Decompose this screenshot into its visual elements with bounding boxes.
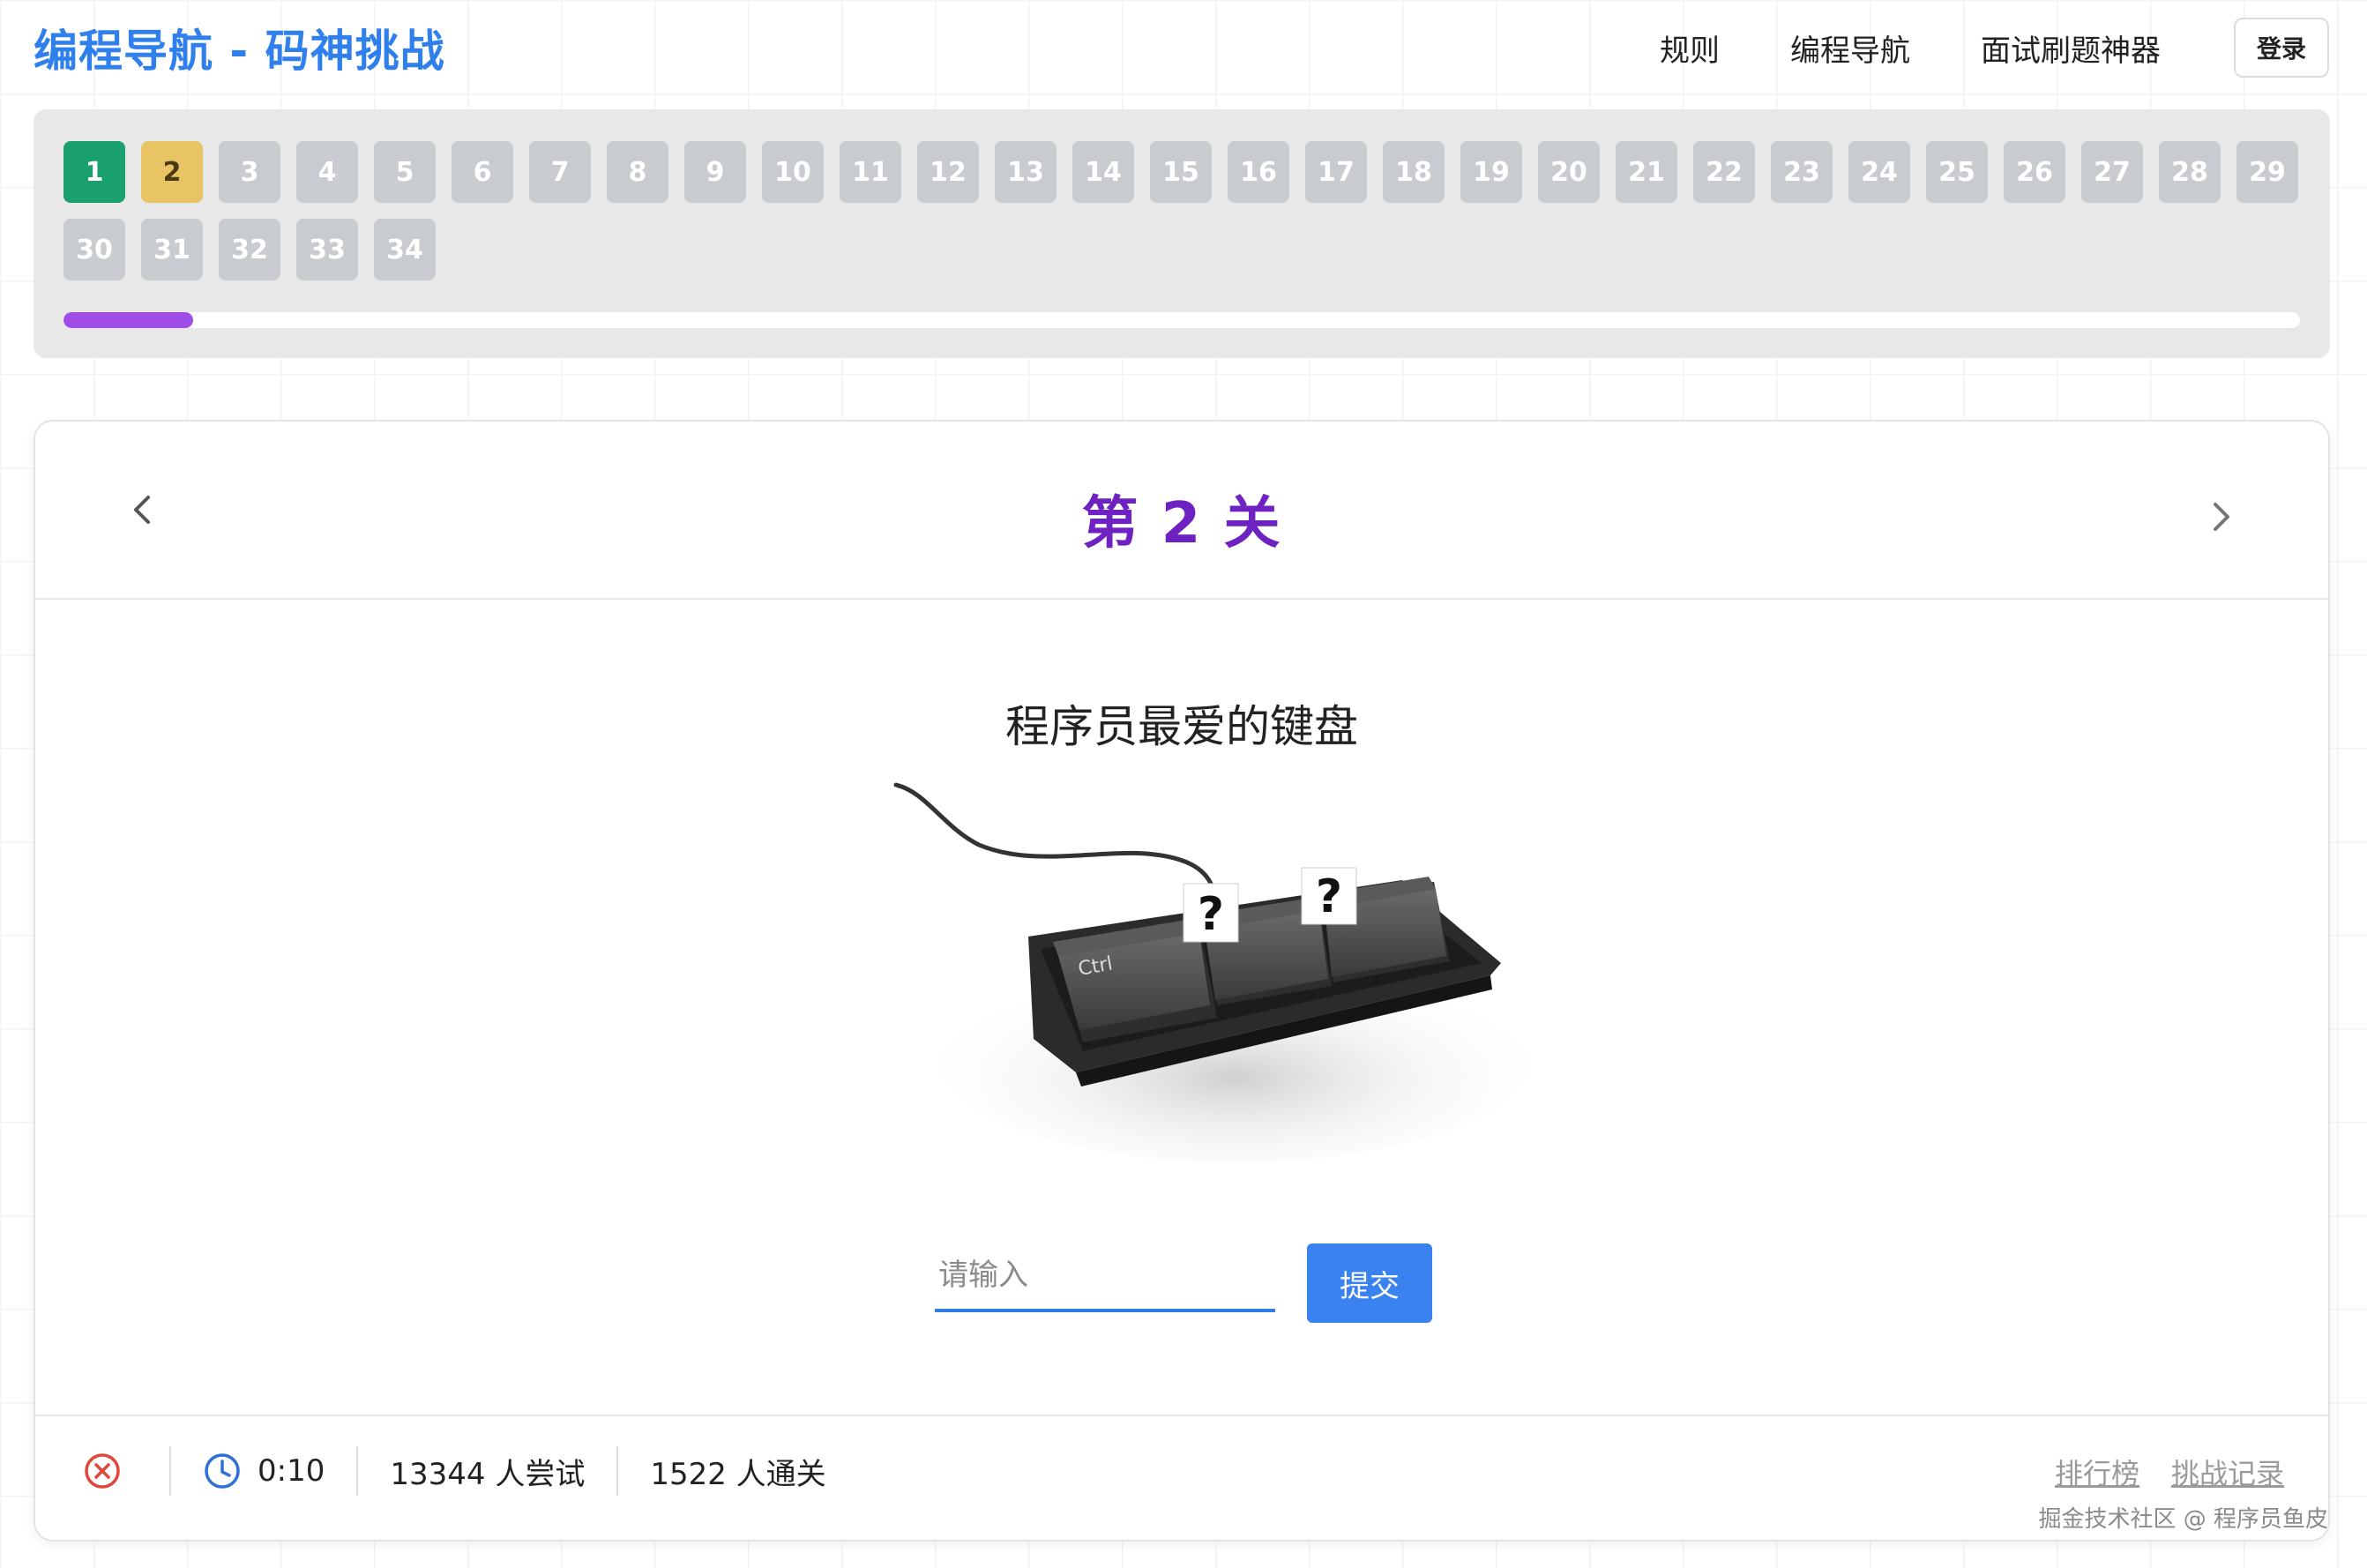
passed-text: 1522 人通关 — [650, 1456, 826, 1492]
submit-button[interactable]: 提交 — [1307, 1243, 1432, 1323]
login-button[interactable]: 登录 — [2234, 18, 2329, 78]
timer-value: 0:10 — [258, 1453, 325, 1489]
level-grid: 1 2 3 4 5 6 7 8 9 10 11 12 13 14 15 16 17 18 19 20 21 22 23 24 2… — [63, 141, 2304, 280]
progress-fill — [63, 312, 194, 328]
level-button-24[interactable]: 24 — [1848, 141, 1910, 203]
nav-rules[interactable]: 规则 — [1660, 26, 1720, 70]
level-button-34[interactable]: 34 — [374, 219, 436, 280]
attempts-text: 13344 人尝试 — [390, 1456, 586, 1492]
challenge-history-link[interactable]: 挑战记录 — [2171, 1452, 2284, 1492]
stats-bar: 0:10 13344 人尝试 1522 人通关 — [83, 1416, 858, 1526]
level-button-11[interactable]: 11 — [840, 141, 901, 203]
level-button-26[interactable]: 26 — [2004, 141, 2065, 203]
level-button-17[interactable]: 17 — [1305, 141, 1367, 203]
keyboard-illustration: Ctrl ? ? — [893, 782, 1534, 1162]
level-button-5[interactable]: 5 — [374, 141, 436, 203]
answer-input[interactable] — [935, 1242, 1275, 1312]
clock-icon — [205, 1453, 240, 1489]
level-button-7[interactable]: 7 — [529, 141, 591, 203]
level-button-29[interactable]: 29 — [2236, 141, 2298, 203]
level-button-8[interactable]: 8 — [607, 141, 668, 203]
level-button-3[interactable]: 3 — [219, 141, 280, 203]
top-nav: 规则 编程导航 面试刷题神器 — [1660, 26, 2161, 70]
site-title[interactable]: 编程导航 - 码神挑战 — [34, 16, 445, 79]
level-button-16[interactable]: 16 — [1228, 141, 1289, 203]
level-card: 第 2 关 程序员最爱的键盘 Ctrl ? ? 请输入 提交 0:10 1334… — [34, 420, 2330, 1542]
level-button-12[interactable]: 12 — [917, 141, 979, 203]
nav-programming-guide[interactable]: 编程导航 — [1790, 26, 1910, 70]
level-button-19[interactable]: 19 — [1460, 141, 1522, 203]
level-button-30[interactable]: 30 — [63, 219, 125, 280]
level-button-14[interactable]: 14 — [1072, 141, 1134, 203]
attempts-count: 13344 人尝试 — [356, 1446, 616, 1496]
status-indicator — [83, 1446, 169, 1496]
level-button-20[interactable]: 20 — [1538, 141, 1600, 203]
level-button-13[interactable]: 13 — [995, 141, 1057, 203]
footer-links: 排行榜 挑战记录 — [2055, 1452, 2284, 1492]
level-button-33[interactable]: 33 — [296, 219, 358, 280]
next-level-button[interactable] — [2194, 490, 2247, 543]
level-button-27[interactable]: 27 — [2081, 141, 2143, 203]
progress-bar — [63, 312, 2300, 328]
level-button-25[interactable]: 25 — [1926, 141, 1988, 203]
card-footer: 0:10 13344 人尝试 1522 人通关 排行榜 挑战记录 — [35, 1415, 2328, 1540]
timer: 0:10 — [169, 1446, 356, 1496]
level-button-28[interactable]: 28 — [2159, 141, 2221, 203]
level-button-10[interactable]: 10 — [762, 141, 824, 203]
level-button-2[interactable]: 2 — [141, 141, 203, 203]
level-button-6[interactable]: 6 — [452, 141, 513, 203]
level-button-32[interactable]: 32 — [219, 219, 280, 280]
nav-interview-tool[interactable]: 面试刷题神器 — [1981, 26, 2161, 70]
level-button-23[interactable]: 23 — [1771, 141, 1833, 203]
card-header: 第 2 关 — [35, 422, 2328, 600]
level-button-15[interactable]: 15 — [1150, 141, 1212, 203]
passed-count: 1522 人通关 — [616, 1446, 857, 1496]
watermark: 掘金技术社区 @ 程序员鱼皮 — [2038, 1506, 2328, 1533]
level-panel: 1 2 3 4 5 6 7 8 9 10 11 12 13 14 15 16 17 18 19 20 21 22 23 24 2… — [34, 109, 2330, 358]
level-button-1[interactable]: 1 — [63, 141, 125, 203]
chevron-right-icon — [2214, 503, 2229, 531]
leaderboard-link[interactable]: 排行榜 — [2055, 1452, 2139, 1492]
level-title: 第 2 关 — [1081, 491, 1282, 556]
level-button-18[interactable]: 18 — [1383, 141, 1445, 203]
level-button-21[interactable]: 21 — [1616, 141, 1677, 203]
level-button-31[interactable]: 31 — [141, 219, 203, 280]
close-circle-icon — [85, 1453, 120, 1489]
level-button-9[interactable]: 9 — [684, 141, 746, 203]
level-button-22[interactable]: 22 — [1693, 141, 1755, 203]
question-mark-label-1: ? — [1198, 888, 1224, 941]
level-button-4[interactable]: 4 — [296, 141, 358, 203]
question-text: 程序员最爱的键盘 — [1005, 701, 1358, 752]
question-mark-label-2: ? — [1316, 870, 1342, 923]
